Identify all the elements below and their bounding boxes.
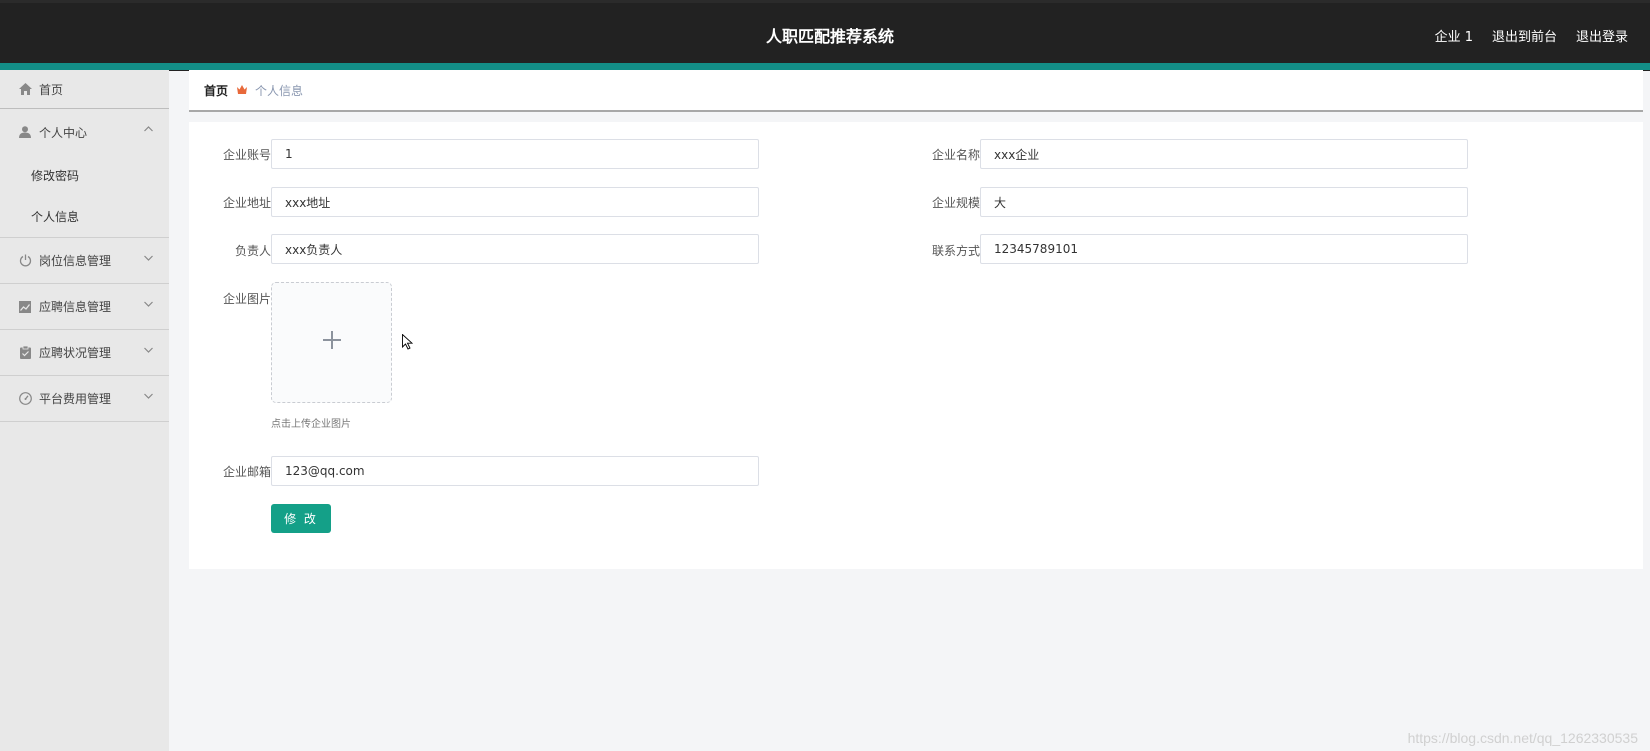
contact-label: 联系方式 [931, 244, 980, 258]
breadcrumb-home[interactable]: 首页 [204, 82, 228, 99]
email-label: 企业邮箱 [222, 465, 271, 479]
top-header: 人职匹配推荐系统 企业 1 退出到前台 退出登录 [0, 0, 1650, 71]
crown-icon [237, 84, 248, 97]
chevron-down-icon [144, 391, 153, 402]
company-name-label: 企业名称 [931, 148, 980, 162]
logout-link[interactable]: 退出登录 [1576, 26, 1628, 45]
current-user: 企业 1 [1434, 30, 1473, 45]
clipboard-icon [18, 346, 32, 360]
sidebar-item-change-password[interactable]: 修改密码 [0, 155, 169, 196]
chevron-down-icon [144, 299, 153, 310]
sidebar-item-label: 岗位信息管理 [39, 254, 112, 268]
power-icon [18, 254, 32, 268]
sidebar-item-label: 应聘信息管理 [39, 300, 112, 314]
sidebar-item-label: 首页 [39, 82, 64, 97]
address-field[interactable]: xxx地址 [271, 187, 759, 217]
sidebar: 首页 个人中心 修改密码 个人信息 岗位信息管理 应聘信息管理 应聘状况管理 平… [0, 70, 169, 751]
sidebar-item-label: 个人中心 [39, 125, 88, 140]
back-to-front-link[interactable]: 退出到前台 [1492, 26, 1557, 45]
home-icon [18, 82, 32, 96]
account-label: 企业账号 [222, 148, 271, 162]
breadcrumb-current: 个人信息 [255, 83, 304, 98]
address-label: 企业地址 [222, 196, 271, 210]
image-label: 企业图片 [222, 292, 271, 306]
sidebar-item-platform-fee[interactable]: 平台费用管理 [0, 376, 169, 422]
chevron-down-icon [144, 345, 153, 356]
header-actions: 企业 1 退出到前台 退出登录 [1435, 26, 1628, 45]
sidebar-group-personal: 个人中心 修改密码 个人信息 [0, 109, 169, 238]
sidebar-item-job-info[interactable]: 岗位信息管理 [0, 238, 169, 284]
upload-tip: 点击上传企业图片 [271, 419, 351, 430]
email-field[interactable]: 123@qq.com [271, 456, 759, 486]
company-name-field[interactable]: xxx企业 [980, 139, 1468, 169]
manager-label: 负责人 [234, 244, 271, 258]
scale-field[interactable]: 大 [980, 187, 1468, 217]
sidebar-item-label: 平台费用管理 [39, 392, 112, 406]
app-title: 人职匹配推荐系统 [765, 27, 894, 46]
account-field[interactable]: 1 [271, 139, 759, 169]
breadcrumb: 首页 个人信息 [189, 70, 1643, 112]
watermark: https://blog.csdn.net/qq_1262330535 [1407, 730, 1638, 746]
sidebar-item-label: 应聘状况管理 [39, 346, 112, 360]
header-accent-bar [0, 63, 1650, 70]
scale-label: 企业规模 [931, 196, 980, 210]
contact-field[interactable]: 12345789101 [980, 234, 1468, 264]
modify-button[interactable]: 修 改 [271, 504, 331, 533]
manager-field[interactable]: xxx负责人 [271, 234, 759, 264]
mouse-cursor-icon [402, 333, 414, 354]
chevron-up-icon [144, 124, 153, 135]
sidebar-item-personal-info[interactable]: 个人信息 [0, 196, 169, 237]
user-icon [18, 125, 32, 139]
sidebar-item-application-info[interactable]: 应聘信息管理 [0, 284, 169, 330]
chevron-down-icon [144, 253, 153, 264]
sidebar-item-home[interactable]: 首页 [0, 70, 169, 109]
sidebar-item-personal-center[interactable]: 个人中心 [0, 109, 169, 155]
image-upload[interactable] [271, 282, 392, 403]
chart-icon [18, 300, 32, 314]
gauge-icon [18, 392, 32, 406]
sidebar-item-application-status[interactable]: 应聘状况管理 [0, 330, 169, 376]
